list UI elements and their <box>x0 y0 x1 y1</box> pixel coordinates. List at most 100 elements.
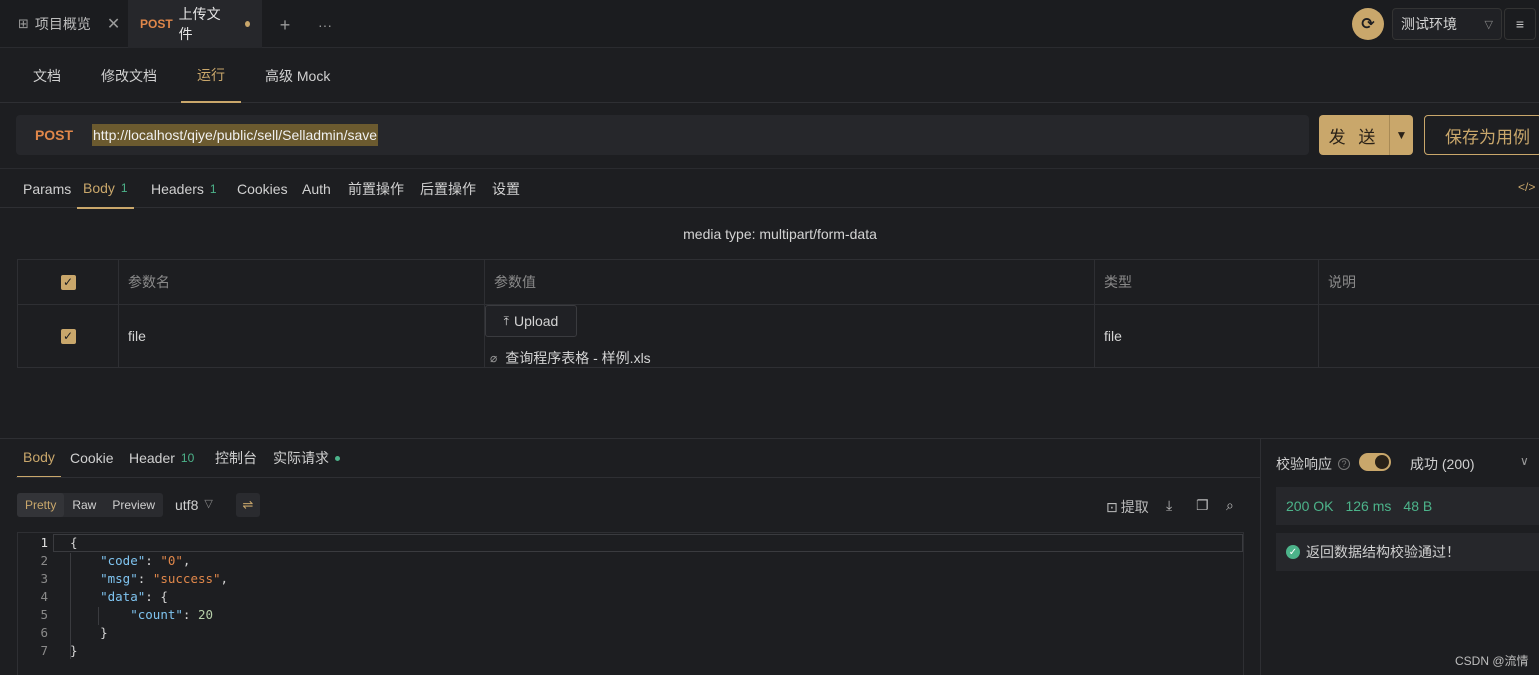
status-dot-icon <box>335 455 340 461</box>
validation-label: 校验响应 <box>1276 456 1332 472</box>
chevron-down-icon[interactable]: ▼ <box>1389 115 1413 155</box>
subnav-mock[interactable]: 高级 Mock <box>265 48 330 103</box>
add-tab-icon[interactable]: + <box>274 14 296 36</box>
encoding-select[interactable]: utf8 ▽ <box>175 497 213 513</box>
current-line-highlight <box>53 534 1243 552</box>
chevron-down-icon[interactable]: ∨ <box>1520 454 1529 468</box>
resp-tab-cookie[interactable]: Cookie <box>70 438 114 478</box>
line-number: 3 <box>40 571 48 586</box>
tab-label: 实际请求 <box>273 450 329 466</box>
code-line: { <box>70 535 78 550</box>
count-badge: 1 <box>209 182 217 196</box>
tab-body[interactable]: Body 1 <box>77 169 134 209</box>
col-header-value: 参数值 <box>485 260 1095 305</box>
tab-method: POST <box>140 17 173 31</box>
tab-project-overview[interactable]: ⊞ 项目概览 ✕ <box>0 0 138 48</box>
json-key: "data" <box>100 589 146 604</box>
json-key: "msg" <box>100 571 138 586</box>
sync-icon[interactable]: ⟳ <box>1352 8 1384 40</box>
param-type[interactable]: file <box>1095 305 1319 367</box>
request-tabs: Params Body 1 Headers 1 Cookies Auth 前置操… <box>0 168 1539 209</box>
chevron-down-icon: ▽ <box>1484 18 1493 31</box>
json-key: "code" <box>100 553 146 568</box>
param-name[interactable]: file <box>119 305 485 367</box>
tab-label: 上传文件 <box>178 6 221 42</box>
count-badge: 1 <box>120 181 128 195</box>
method-select[interactable]: POST <box>16 127 92 143</box>
help-icon[interactable]: ? <box>1338 458 1350 470</box>
upload-label: Upload <box>513 313 559 329</box>
validation-title: 校验响应 ? <box>1276 454 1350 474</box>
url-bar[interactable]: POST http://localhost/qiye/public/sell/S… <box>16 115 1309 155</box>
tab-label: Body <box>83 180 115 196</box>
line-number: 1 <box>40 535 48 550</box>
tab-post-ops[interactable]: 后置操作 <box>420 169 476 209</box>
menu-icon[interactable]: ≡ <box>1504 8 1536 40</box>
code-line: "count": 20 <box>130 607 214 622</box>
encoding-label: utf8 <box>175 497 199 513</box>
validation-status[interactable]: 成功 (200) <box>1410 454 1475 474</box>
view-raw[interactable]: Raw <box>64 493 104 517</box>
paperclip-icon: ⌀ <box>490 351 498 365</box>
env-select[interactable]: 测试环境 ▽ <box>1392 8 1502 40</box>
attached-file[interactable]: ⌀ 查询程序表格 - 样例.xls <box>490 348 651 368</box>
resp-tab-body[interactable]: Body <box>17 438 61 478</box>
sub-nav: 文档 修改文档 运行 高级 Mock <box>0 48 1539 103</box>
subnav-doc[interactable]: 文档 <box>33 48 61 103</box>
response-time: 126 ms <box>1345 498 1392 514</box>
download-icon[interactable]: ⤓ <box>1166 497 1172 514</box>
line-number: 7 <box>40 643 48 658</box>
code-icon[interactable]: </> <box>1518 180 1535 194</box>
check-icon: ✓ <box>60 328 76 344</box>
chevron-down-icon: ▽ <box>204 498 213 510</box>
resp-tab-actual-request[interactable]: 实际请求 <box>273 438 340 478</box>
header-checkbox[interactable]: ✓ <box>18 260 119 305</box>
subnav-run[interactable]: 运行 <box>181 48 241 103</box>
line-number: 5 <box>40 607 48 622</box>
code-line: "msg": "success", <box>100 571 229 586</box>
close-icon[interactable]: ✕ <box>107 14 120 34</box>
resp-tab-console[interactable]: 控制台 <box>215 438 257 478</box>
code-line: } <box>70 643 78 658</box>
resp-tab-header[interactable]: Header 10 <box>129 438 194 478</box>
url-input[interactable]: http://localhost/qiye/public/sell/Sellad… <box>92 124 379 146</box>
upload-button[interactable]: ⤒ Upload <box>485 305 577 337</box>
extract-button[interactable]: ⊡ 提取 <box>1106 497 1149 517</box>
row-checkbox[interactable]: ✓ <box>18 305 119 367</box>
code-line: "code": "0", <box>100 553 191 568</box>
check-circle-icon: ✓ <box>1286 545 1300 559</box>
view-pretty[interactable]: Pretty <box>17 493 65 517</box>
divider <box>16 477 1260 478</box>
tab-cookies[interactable]: Cookies <box>237 169 288 209</box>
view-preview[interactable]: Preview <box>104 493 163 517</box>
param-desc[interactable] <box>1319 305 1539 367</box>
search-icon[interactable]: ⌕ <box>1226 497 1234 514</box>
send-button[interactable]: 发 送 ▼ <box>1319 115 1413 155</box>
more-icon[interactable]: ··· <box>314 14 336 36</box>
tab-label: Headers <box>151 181 204 197</box>
view-mode-segment: Pretty Raw Preview <box>17 493 164 517</box>
wrap-icon[interactable]: ⇌ <box>236 493 260 517</box>
tab-label: Header <box>129 450 175 466</box>
extract-label: 提取 <box>1120 499 1149 515</box>
media-type-label: media type: multipart/form-data <box>683 226 877 242</box>
line-number: 6 <box>40 625 48 640</box>
json-key: "count" <box>130 607 183 622</box>
tab-upload-file[interactable]: POST 上传文件 <box>128 0 262 48</box>
response-editor[interactable]: 1 2 3 4 5 6 7 { "code": "0", "msg": "suc… <box>17 532 1244 675</box>
save-as-example-button[interactable]: 保存为用例 <box>1424 115 1539 155</box>
tab-pre-ops[interactable]: 前置操作 <box>348 169 404 209</box>
code-line: "data": { <box>100 589 168 604</box>
subnav-edit-doc[interactable]: 修改文档 <box>101 48 157 103</box>
count-badge: 10 <box>180 451 195 465</box>
tab-params[interactable]: Params <box>23 169 71 209</box>
tab-auth[interactable]: Auth <box>302 169 331 209</box>
validation-toggle[interactable] <box>1359 453 1391 471</box>
tab-settings[interactable]: 设置 <box>492 169 520 209</box>
json-number: 20 <box>197 607 214 622</box>
copy-icon[interactable]: ❐ <box>1196 497 1209 514</box>
line-number: 2 <box>40 553 48 568</box>
extract-icon: ⊡ <box>1106 498 1118 515</box>
check-icon: ✓ <box>60 274 76 290</box>
tab-headers[interactable]: Headers 1 <box>151 169 217 209</box>
